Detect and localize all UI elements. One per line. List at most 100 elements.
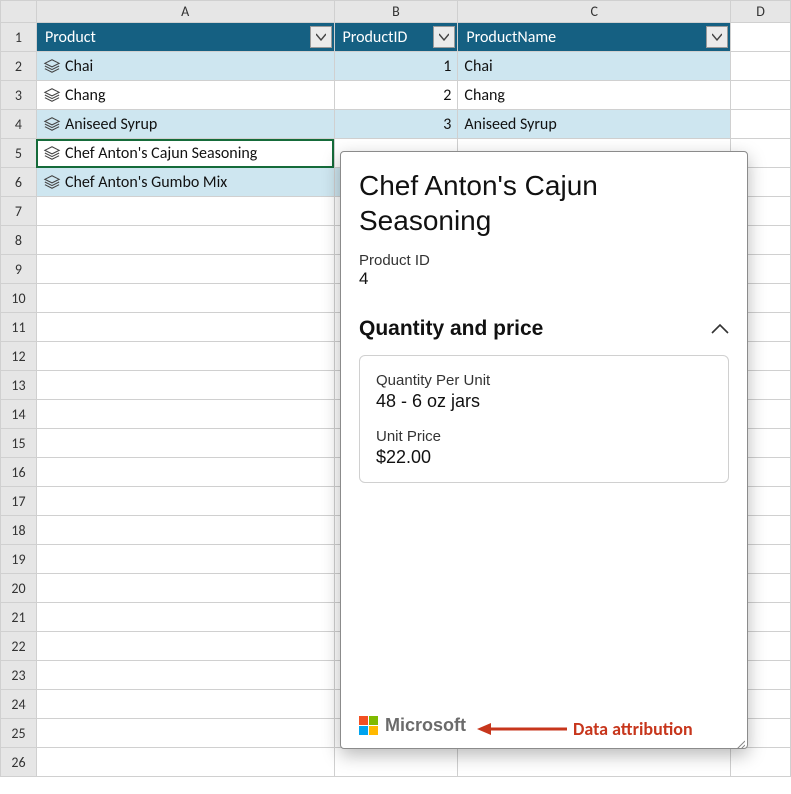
row-header[interactable]: 4 [1,110,37,139]
row-header[interactable]: 14 [1,400,37,429]
cell[interactable] [36,458,334,487]
col-header-C[interactable]: C [458,1,731,23]
cell[interactable] [36,487,334,516]
row-header[interactable]: 7 [1,197,37,226]
table-header-productid[interactable]: ProductID [334,23,458,52]
filter-button[interactable] [433,26,455,48]
cell-D4[interactable] [731,110,791,139]
row-header[interactable]: 12 [1,342,37,371]
cell[interactable] [731,748,791,777]
datatype-icon [43,58,61,74]
card-qpu-label: Quantity Per Unit [376,372,712,389]
attribution-text: Microsoft [385,715,466,736]
cell[interactable] [36,574,334,603]
col-header-A[interactable]: A [36,1,334,23]
row-header[interactable]: 3 [1,81,37,110]
cell[interactable] [36,603,334,632]
cell[interactable] [36,690,334,719]
cell-A6[interactable]: Chef Anton's Gumbo Mix [36,168,334,197]
row-header[interactable]: 24 [1,690,37,719]
row-header[interactable]: 21 [1,603,37,632]
cell[interactable] [36,516,334,545]
cell[interactable] [36,284,334,313]
resize-handle-icon[interactable] [735,736,745,746]
annotation: Data attribution [477,718,693,740]
card-section-title: Quantity and price [359,317,543,341]
grid-corner[interactable] [1,1,37,23]
row-header[interactable]: 26 [1,748,37,777]
row-header[interactable]: 2 [1,52,37,81]
cell-text: Chef Anton's Gumbo Mix [65,173,227,192]
cell-text: Aniseed Syrup [65,115,157,134]
cell[interactable] [458,748,731,777]
table-header-productname[interactable]: ProductName [458,23,731,52]
row-header[interactable]: 25 [1,719,37,748]
header-label: ProductID [343,28,408,47]
cell[interactable] [36,226,334,255]
row-header[interactable]: 5 [1,139,37,168]
row-header[interactable]: 16 [1,458,37,487]
cell-D2[interactable] [731,52,791,81]
filter-button[interactable] [310,26,332,48]
cell[interactable] [36,313,334,342]
row-header[interactable]: 6 [1,168,37,197]
table-header-product[interactable]: Product [36,23,334,52]
col-header-B[interactable]: B [334,1,458,23]
cell-D1[interactable] [731,23,791,52]
row-header[interactable]: 17 [1,487,37,516]
cell[interactable] [36,255,334,284]
row-header[interactable]: 22 [1,632,37,661]
row-header[interactable]: 1 [1,23,37,52]
row-header[interactable]: 15 [1,429,37,458]
row-header[interactable]: 20 [1,574,37,603]
row-header[interactable]: 8 [1,226,37,255]
cell-C4[interactable]: Aniseed Syrup [458,110,731,139]
annotation-text: Data attribution [573,718,693,740]
card-productid-label: Product ID [359,252,729,269]
card-section-header[interactable]: Quantity and price [359,317,729,341]
card-title: Chef Anton's Cajun Seasoning [359,168,729,238]
cell-C3[interactable]: Chang [458,81,731,110]
cell-D3[interactable] [731,81,791,110]
arrow-left-icon [477,722,567,736]
datatype-icon [43,174,61,190]
header-label: ProductName [466,28,556,47]
cell-text: Chai [65,57,93,76]
cell-A2[interactable]: Chai [36,52,334,81]
row-header[interactable]: 9 [1,255,37,284]
cell[interactable] [36,429,334,458]
datatype-icon [43,116,61,132]
cell-C2[interactable]: Chai [458,52,731,81]
row-header[interactable]: 11 [1,313,37,342]
cell[interactable] [36,545,334,574]
cell[interactable] [36,661,334,690]
cell-A5-selected[interactable]: Chef Anton's Cajun Seasoning [36,139,334,168]
cell-B2[interactable]: 1 [334,52,458,81]
cell[interactable] [36,400,334,429]
cell-A3[interactable]: Chang [36,81,334,110]
row-header[interactable]: 13 [1,371,37,400]
row-header[interactable]: 19 [1,545,37,574]
row-header[interactable]: 10 [1,284,37,313]
filter-button[interactable] [706,26,728,48]
cell[interactable] [36,371,334,400]
header-label: Product [45,28,96,47]
datatype-icon [43,87,61,103]
cell[interactable] [334,748,458,777]
cell[interactable] [36,342,334,371]
cell-text: Chef Anton's Cajun Seasoning [65,144,257,163]
cell[interactable] [36,632,334,661]
row-header[interactable]: 18 [1,516,37,545]
cell[interactable] [36,748,334,777]
row-header[interactable]: 23 [1,661,37,690]
cell-B4[interactable]: 3 [334,110,458,139]
cell-text: Chang [65,86,106,105]
col-header-D[interactable]: D [731,1,791,23]
cell-A4[interactable]: Aniseed Syrup [36,110,334,139]
card-section-box: Quantity Per Unit 48 - 6 oz jars Unit Pr… [359,355,729,483]
cell[interactable] [36,197,334,226]
card-attribution[interactable]: Microsoft [359,715,466,736]
card-qpu-value: 48 - 6 oz jars [376,391,712,412]
cell-B3[interactable]: 2 [334,81,458,110]
cell[interactable] [36,719,334,748]
